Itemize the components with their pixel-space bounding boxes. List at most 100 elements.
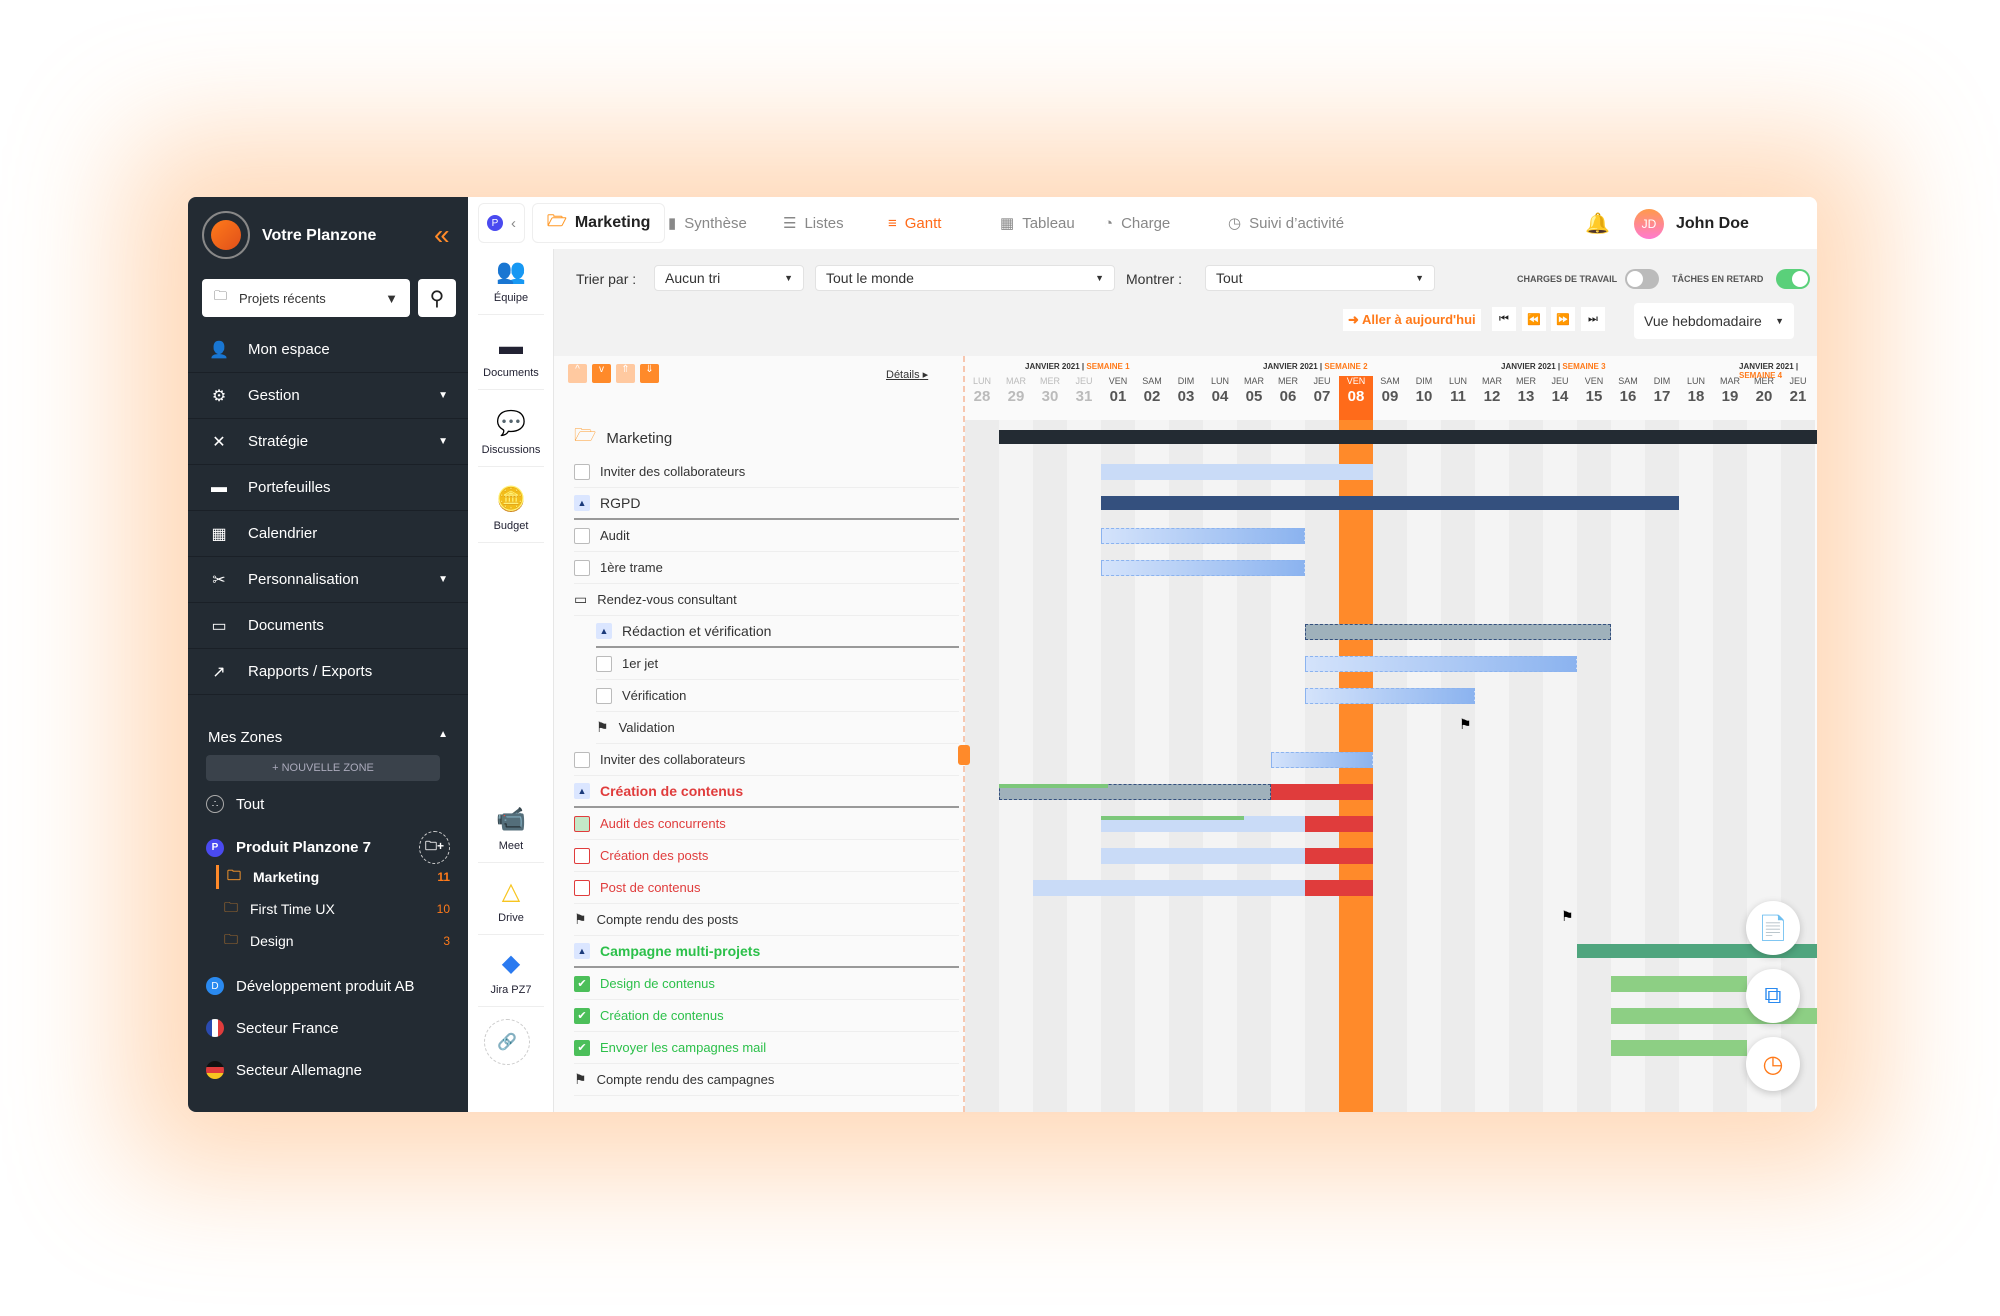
late-bar[interactable]: [1305, 816, 1373, 832]
task-checkbox[interactable]: [574, 527, 590, 544]
task-row[interactable]: ⚑ Validation: [596, 712, 959, 744]
task-row[interactable]: ⚑ Compte rendu des campagnes: [574, 1064, 959, 1096]
sidebar-item-strat-gie[interactable]: ✕ Stratégie ▼: [188, 419, 468, 465]
zone-switcher[interactable]: P ‹: [478, 203, 525, 243]
task-row[interactable]: ⚑ Compte rendu des posts: [574, 904, 959, 936]
collapse-chevron-icon[interactable]: ▲: [574, 943, 590, 959]
move-up-icon[interactable]: ^: [568, 364, 587, 383]
collapse-sidebar-icon[interactable]: «: [434, 219, 450, 251]
task-row[interactable]: Audit des concurrents: [574, 808, 959, 840]
integration-meet[interactable]: 📹 Meet: [478, 805, 544, 863]
project-tab[interactable]: 🗁 Marketing: [532, 203, 666, 243]
app-budget[interactable]: 🪙 Budget: [478, 485, 544, 543]
show-select[interactable]: Tout ▼: [1205, 265, 1435, 291]
task-row[interactable]: ▲ Campagne multi-projets: [574, 936, 959, 968]
search-button[interactable]: ⚲: [418, 279, 456, 317]
add-link-button[interactable]: 🔗: [484, 1019, 530, 1065]
collapse-chevron-icon[interactable]: ▲: [574, 783, 590, 799]
late-bar[interactable]: [1305, 848, 1373, 864]
zone-item[interactable]: 🗀 Design 3: [224, 929, 450, 953]
tab-gantt[interactable]: ≡ Gantt: [888, 197, 941, 249]
sidebar-item-mon-espace[interactable]: 👤 Mon espace: [188, 327, 468, 373]
gantt-bar[interactable]: [1305, 624, 1611, 640]
task-row[interactable]: ▲ Rédaction et vérification: [596, 616, 959, 648]
milestone-flag[interactable]: ⚑: [1561, 908, 1574, 925]
sidebar-item-documents[interactable]: ▭ Documents: [188, 603, 468, 649]
late-bar[interactable]: [1271, 784, 1373, 800]
collapse-chevron-icon[interactable]: ▲: [596, 623, 612, 639]
zone-all[interactable]: ∴ Tout: [206, 795, 450, 813]
task-row[interactable]: Post de contenus: [574, 872, 959, 904]
tab-synth-se[interactable]: ▮ Synthèse: [668, 197, 747, 249]
task-checkbox[interactable]: [574, 815, 590, 832]
rewind-button[interactable]: ⏪: [1522, 307, 1546, 331]
gantt-bar[interactable]: [1033, 880, 1305, 896]
zone-item[interactable]: 🗀 Marketing 11: [216, 865, 450, 889]
task-row[interactable]: ✔ Envoyer les campagnes mail: [574, 1032, 959, 1064]
view-select[interactable]: Vue hebdomadaire ▼: [1634, 303, 1794, 339]
milestone-flag[interactable]: ⚑: [1459, 716, 1472, 733]
zones-header[interactable]: Mes Zones ▲: [208, 729, 448, 746]
task-checkbox[interactable]: ✔: [574, 1007, 590, 1024]
gantt-bar[interactable]: [1101, 560, 1305, 576]
app-team[interactable]: 👥 Équipe: [478, 257, 544, 315]
timer-button[interactable]: ◷: [1746, 1037, 1800, 1091]
gantt-bar[interactable]: [1611, 1040, 1747, 1056]
task-row[interactable]: 1er jet: [596, 648, 959, 680]
tab-charge[interactable]: ◔ Charge: [1104, 197, 1170, 249]
people-select[interactable]: Tout le monde ▼: [815, 265, 1115, 291]
tab-suivi-d-activit-[interactable]: ◷ Suivi d’activité: [1228, 197, 1344, 249]
zone-item[interactable]: Secteur France: [206, 1019, 450, 1037]
gantt-bar[interactable]: [1101, 848, 1305, 864]
app-documents[interactable]: ▬ Documents: [478, 333, 544, 390]
task-row[interactable]: ✔ Design de contenus: [574, 968, 959, 1000]
task-checkbox[interactable]: [574, 879, 590, 896]
zone-item[interactable]: P Produit Planzone 7 🗀+: [206, 831, 450, 864]
sidebar-item-portefeuilles[interactable]: ▬ Portefeuilles: [188, 465, 468, 511]
integration-drive[interactable]: △ Drive: [478, 877, 544, 935]
move-top-icon[interactable]: ⇑: [616, 364, 635, 383]
task-checkbox[interactable]: [574, 847, 590, 864]
task-checkbox[interactable]: ✔: [574, 975, 590, 992]
gantt-bar[interactable]: [999, 430, 1817, 444]
tab-listes[interactable]: ☰ Listes: [783, 197, 844, 249]
task-checkbox[interactable]: [574, 559, 590, 576]
details-link[interactable]: Détails ▸: [886, 368, 928, 381]
sidebar-item-rapports-exports[interactable]: ↗ Rapports / Exports: [188, 649, 468, 695]
gantt-bar[interactable]: [1611, 976, 1747, 992]
gantt-bar[interactable]: [1305, 688, 1475, 704]
task-row[interactable]: ▲ RGPD: [574, 488, 959, 520]
integration-jira[interactable]: ◆ Jira PZ7: [478, 949, 544, 1007]
last-button[interactable]: ⏭: [1581, 307, 1605, 331]
task-row[interactable]: Création des posts: [574, 840, 959, 872]
user-name[interactable]: John Doe: [1676, 215, 1749, 233]
sidebar-item-personnalisation[interactable]: ✂ Personnalisation ▼: [188, 557, 468, 603]
task-row[interactable]: ▲ Création de contenus: [574, 776, 959, 808]
task-row[interactable]: 1ère trame: [574, 552, 959, 584]
sidebar-item-calendrier[interactable]: ▦ Calendrier: [188, 511, 468, 557]
gantt-bar[interactable]: [1101, 528, 1305, 544]
zone-item[interactable]: Secteur Allemagne: [206, 1061, 450, 1079]
go-today-button[interactable]: ➜ Aller à aujourd'hui: [1343, 309, 1481, 331]
resize-handle[interactable]: [958, 745, 970, 765]
task-row[interactable]: 🗁 Marketing: [574, 422, 959, 454]
task-row[interactable]: Inviter des collaborateurs: [574, 456, 959, 488]
avatar[interactable]: JD: [1634, 209, 1664, 239]
gantt-bar[interactable]: [1101, 496, 1679, 510]
collapse-chevron-icon[interactable]: ▲: [574, 495, 590, 511]
task-checkbox[interactable]: [596, 687, 612, 704]
gantt-bar[interactable]: [1305, 656, 1577, 672]
notifications-bell-icon[interactable]: 🔔: [1585, 211, 1610, 236]
task-row[interactable]: ✔ Création de contenus: [574, 1000, 959, 1032]
move-down-icon[interactable]: v: [592, 364, 611, 383]
task-checkbox[interactable]: [574, 751, 590, 768]
app-discussions[interactable]: 💬 Discussions: [478, 409, 544, 467]
task-row[interactable]: Vérification: [596, 680, 959, 712]
zone-item[interactable]: 🗀 First Time UX 10: [224, 897, 450, 921]
task-checkbox[interactable]: ✔: [574, 1039, 590, 1056]
task-checkbox[interactable]: [574, 463, 590, 480]
zone-item[interactable]: D Développement produit AB: [206, 977, 450, 995]
task-row[interactable]: ▭ Rendez-vous consultant: [574, 584, 959, 616]
gantt-bar[interactable]: [1271, 752, 1373, 768]
new-zone-button[interactable]: + NOUVELLE ZONE: [206, 755, 440, 781]
